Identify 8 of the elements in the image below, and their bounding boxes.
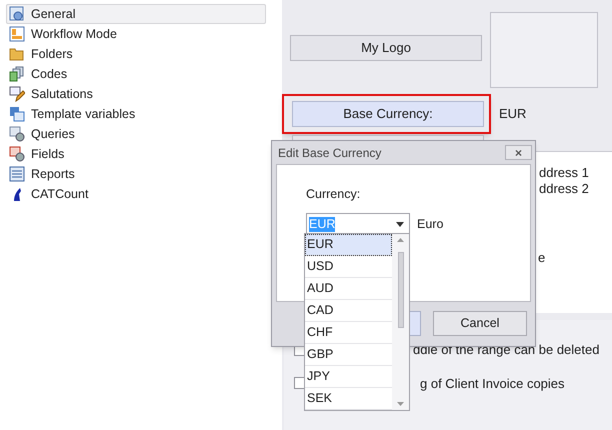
address-label: ddress 1 — [539, 165, 589, 181]
currency-name: Euro — [417, 216, 444, 233]
address-label: ddress 2 — [539, 181, 589, 197]
dialog-title: Edit Base Currency — [278, 144, 382, 162]
field-label: e — [538, 250, 546, 266]
currency-value: EUR — [499, 105, 526, 124]
checkbox-label: g of Client Invoice copies — [420, 374, 565, 393]
currency-label: Currency: — [306, 186, 362, 203]
